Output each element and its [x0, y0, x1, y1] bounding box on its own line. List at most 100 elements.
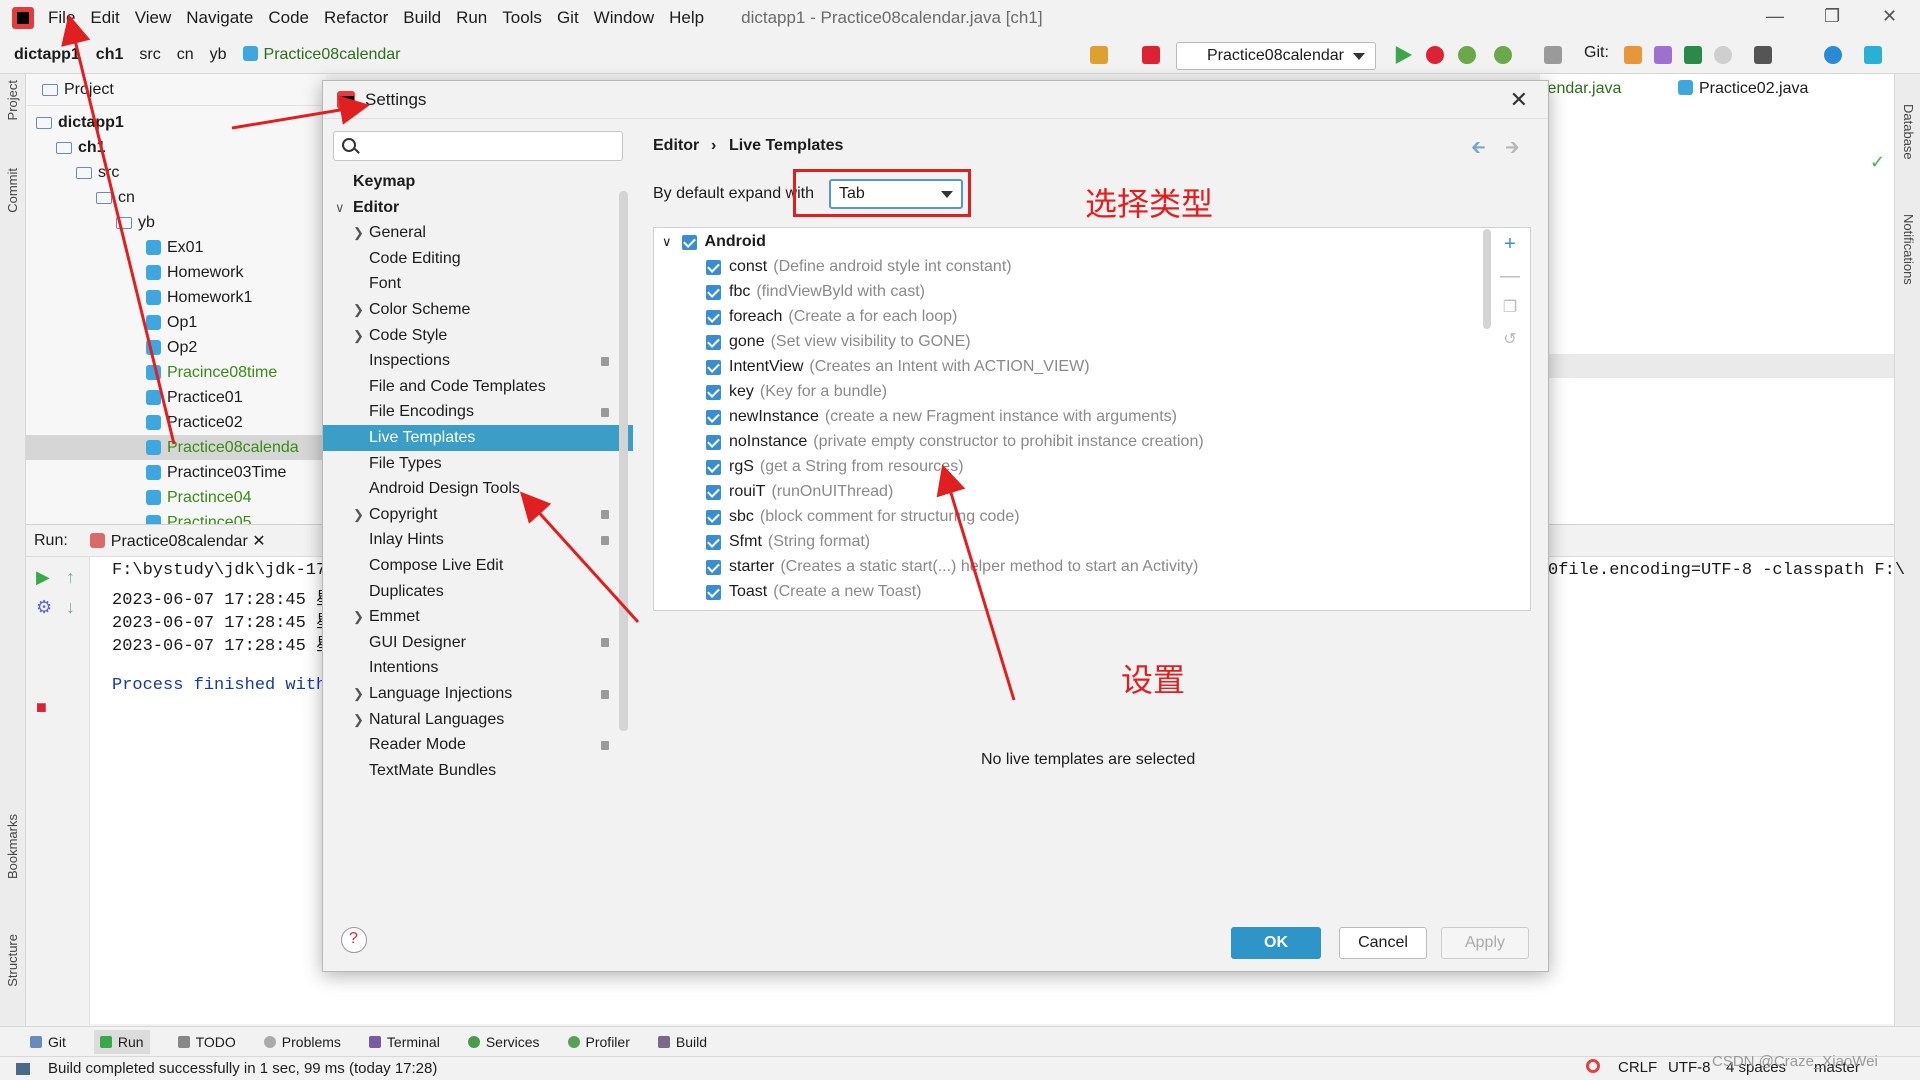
nav-scrollbar[interactable] [619, 191, 628, 731]
settings-nav-item[interactable]: Intentions [323, 655, 633, 681]
tool-project[interactable]: Project [5, 80, 20, 120]
menu-run[interactable]: Run [456, 8, 487, 28]
settings-nav-item[interactable]: ❯ Color Scheme [323, 297, 633, 323]
checkbox[interactable] [681, 234, 697, 250]
settings-nav-item[interactable]: File and Code Templates [323, 374, 633, 400]
tree-item[interactable]: Homework1 [146, 285, 252, 310]
settings-nav-item[interactable]: TextMate Bundles [323, 758, 633, 784]
coverage-icon[interactable] [1458, 46, 1476, 64]
checkbox[interactable] [706, 459, 721, 475]
tree-item[interactable]: Homework [146, 260, 243, 285]
menu-build[interactable]: Build [403, 8, 441, 28]
restore-icon[interactable]: ❐ [1824, 6, 1840, 27]
forward-arrow-icon[interactable]: 🡲 [1505, 135, 1520, 165]
checkbox[interactable] [706, 409, 721, 425]
tree-item[interactable]: ch1 [56, 135, 106, 160]
crumb-project[interactable]: dictapp1 [14, 46, 80, 64]
template-item[interactable]: const (Define android style int constant) [706, 255, 1012, 279]
tab-build[interactable]: Build [657, 1034, 707, 1050]
tree-item[interactable]: Practice08calenda [26, 435, 326, 460]
copy-icon[interactable]: ❐ [1499, 297, 1521, 319]
remove-icon[interactable]: — [1499, 265, 1521, 287]
settings-nav-item[interactable]: Compose Live Edit [323, 553, 633, 579]
tab-problems[interactable]: Problems [263, 1034, 341, 1050]
checkbox[interactable] [706, 509, 721, 525]
template-item[interactable]: fbc (findViewByld with cast) [706, 280, 925, 304]
template-item[interactable]: rgS (get a String from resources) [706, 455, 964, 479]
settings-nav-item[interactable]: Duplicates [323, 579, 633, 605]
tool-notifications[interactable]: Notifications [1901, 214, 1916, 285]
profile-icon[interactable] [1494, 46, 1512, 64]
checkbox[interactable] [706, 334, 721, 350]
tree-item[interactable]: Practice02 [146, 410, 243, 435]
template-item[interactable]: gone (Set view visibility to GONE) [706, 330, 971, 354]
status-message[interactable]: Build completed successfully in 1 sec, 9… [48, 1060, 437, 1077]
tree-item[interactable]: Ex01 [146, 235, 203, 260]
tab-run[interactable]: Run [93, 1029, 150, 1054]
restore-icon[interactable]: ↺ [1499, 329, 1521, 351]
checkbox[interactable] [706, 559, 721, 575]
down-arrow-icon[interactable]: ↓ [66, 597, 75, 618]
tree-item[interactable]: Op1 [146, 310, 197, 335]
settings-nav-item[interactable]: ❯ Emmet [323, 604, 633, 630]
editor-tab-calendar[interactable]: lendar.java [1544, 80, 1621, 98]
template-item[interactable]: newInstance (create a new Fragment instan… [706, 405, 1177, 429]
template-item[interactable]: noInstance (private empty constructor to … [706, 430, 1204, 454]
hammer-icon[interactable] [1142, 46, 1160, 64]
menu-tools[interactable]: Tools [502, 8, 542, 28]
tree-item[interactable]: yb [116, 210, 155, 235]
tab-profiler[interactable]: Profiler [567, 1034, 630, 1050]
editor-tab-practice02[interactable]: Practice02.java [1678, 80, 1808, 98]
settings-nav-item[interactable]: Inspections [323, 348, 633, 374]
menu-code[interactable]: Code [268, 8, 309, 28]
menu-help[interactable]: Help [669, 8, 704, 28]
menu-refactor[interactable]: Refactor [324, 8, 388, 28]
template-group[interactable]: ∨ Android [662, 230, 766, 254]
up-arrow-icon[interactable]: ↑ [66, 567, 75, 588]
tab-todo[interactable]: TODO [177, 1034, 236, 1050]
tree-item[interactable]: Op2 [146, 335, 197, 360]
tree-item[interactable]: Practince03Time [146, 460, 286, 485]
rerun-icon[interactable]: ▶ [36, 567, 50, 588]
crumb-cn[interactable]: cn [177, 46, 194, 64]
template-item[interactable]: starter (Creates a static start(...) help… [706, 555, 1198, 579]
tab-git[interactable]: Git [30, 1034, 66, 1050]
update-icon[interactable] [1824, 46, 1842, 64]
run-config-selector[interactable]: Practice08calendar [1176, 42, 1376, 70]
checkbox[interactable] [706, 584, 721, 600]
settings-nav-item[interactable]: ❯ Natural Languages [323, 707, 633, 733]
tree-item[interactable]: dictapp1 [36, 110, 124, 135]
menu-navigate[interactable]: Navigate [186, 8, 253, 28]
translate-icon[interactable] [1754, 46, 1772, 64]
tree-item[interactable]: Practice01 [146, 385, 243, 410]
menu-view[interactable]: View [135, 8, 172, 28]
settings-gear-icon[interactable]: ⚙ [36, 597, 52, 618]
template-item[interactable]: foreach (Create a for each loop) [706, 305, 957, 329]
tool-commit[interactable]: Commit [5, 168, 20, 213]
debug-icon[interactable] [1426, 46, 1444, 64]
add-icon[interactable]: + [1499, 233, 1521, 255]
checkbox[interactable] [706, 434, 721, 450]
menu-file[interactable]: File [48, 8, 75, 28]
tree-item[interactable]: cn [96, 185, 135, 210]
tool-bookmarks[interactable]: Bookmarks [5, 814, 20, 879]
git-commit-icon[interactable] [1654, 46, 1672, 64]
stop-icon[interactable] [1544, 46, 1562, 64]
checkbox[interactable] [706, 259, 721, 275]
template-list-scrollbar[interactable] [1483, 229, 1491, 329]
crumb-module[interactable]: ch1 [96, 46, 124, 64]
history-icon[interactable] [1714, 46, 1732, 64]
settings-nav-item[interactable]: GUI Designer [323, 630, 633, 656]
checkbox[interactable] [706, 484, 721, 500]
settings-nav-item[interactable]: Keymap [323, 169, 633, 195]
template-item[interactable]: sbc (block comment for structuring code) [706, 505, 1020, 529]
tab-services[interactable]: Services [467, 1034, 540, 1050]
menu-edit[interactable]: Edit [90, 8, 119, 28]
settings-nav-item[interactable]: Code Editing [323, 246, 633, 272]
settings-nav-item[interactable]: ❯ Copyright [323, 502, 633, 528]
tree-item[interactable]: Practince04 [146, 485, 252, 510]
tree-item[interactable]: Pracince08time [146, 360, 277, 385]
settings-nav-item[interactable]: File Types [323, 451, 633, 477]
settings-nav-item[interactable]: ❯ Language Injections [323, 681, 633, 707]
settings-nav-item[interactable]: ❯ General [323, 220, 633, 246]
